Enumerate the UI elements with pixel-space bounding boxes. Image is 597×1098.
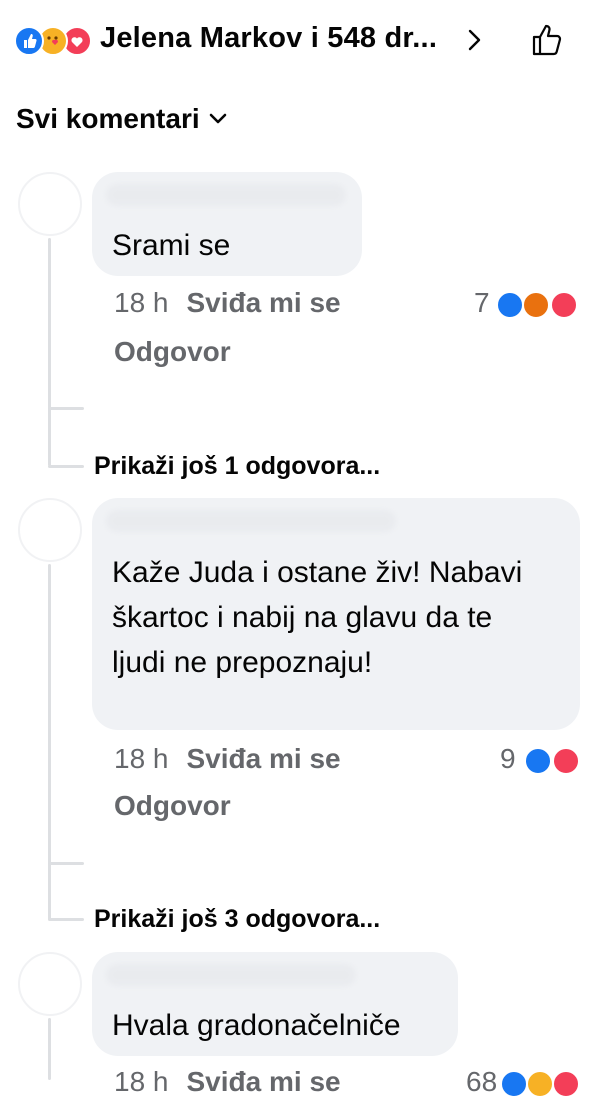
thread-connector: [48, 407, 84, 410]
reaction-count[interactable]: 7: [474, 287, 490, 319]
comment-bubble[interactable]: Kaže Juda i ostane živ! Nabavi škartoc i…: [92, 498, 580, 730]
comment-time: 18 h: [114, 1066, 169, 1097]
reaction-count[interactable]: 68: [466, 1066, 497, 1098]
comment-bubble[interactable]: Srami se: [92, 172, 362, 276]
like-icon: [524, 747, 552, 775]
show-more-replies[interactable]: Prikaži još 3 odgovora...: [94, 905, 380, 934]
like-icon: [14, 26, 44, 56]
chevron-right-icon[interactable]: [462, 28, 486, 52]
commenter-name[interactable]: [106, 964, 356, 986]
thumbs-up-outline-icon[interactable]: [528, 20, 568, 60]
reactions-header[interactable]: Jelena Markov i 548 dr...: [0, 0, 597, 80]
love-icon: [552, 747, 580, 775]
reactions-title[interactable]: Jelena Markov i 548 dr...: [100, 22, 437, 55]
comment-actions: 18 h Sviđa mi se: [114, 743, 341, 775]
love-icon: [552, 1070, 580, 1098]
filter-label: Svi komentari: [16, 103, 200, 134]
comment-time: 18 h: [114, 743, 169, 774]
reaction-summary[interactable]: [14, 26, 92, 56]
thread-connector: [48, 862, 84, 865]
reaction-count[interactable]: 9: [500, 743, 516, 775]
thread-line: [48, 1018, 51, 1080]
comment-bubble[interactable]: Hvala gradonačelniče: [92, 952, 458, 1056]
reply-link[interactable]: Odgovor: [114, 790, 231, 822]
reply-link[interactable]: Odgovor: [114, 336, 231, 368]
like-icon: [500, 1070, 528, 1098]
thread-connector: [48, 465, 84, 468]
care-icon: [526, 1070, 554, 1098]
like-icon: [496, 291, 524, 319]
thread-line: [48, 238, 51, 466]
comment-filter-dropdown[interactable]: Svi komentari: [16, 103, 228, 135]
comment-text: Srami se: [112, 229, 231, 262]
show-more-replies[interactable]: Prikaži još 1 odgovora...: [94, 452, 380, 481]
love-icon: [550, 291, 578, 319]
thread-line: [48, 564, 51, 920]
chevron-down-icon: [209, 113, 226, 124]
comment-actions: 18 h Sviđa mi se: [114, 287, 341, 319]
comment-text: Kaže Juda i ostane živ! Nabavi škartoc i…: [112, 556, 523, 679]
avatar[interactable]: [18, 498, 82, 562]
commenter-name[interactable]: [106, 184, 346, 206]
comment-actions: 18 h Sviđa mi se: [114, 1066, 341, 1098]
like-link[interactable]: Sviđa mi se: [187, 743, 341, 774]
avatar[interactable]: [18, 952, 82, 1016]
like-link[interactable]: Sviđa mi se: [187, 287, 341, 318]
like-link[interactable]: Sviđa mi se: [187, 1066, 341, 1097]
comment-time: 18 h: [114, 287, 169, 318]
thread-connector: [48, 918, 84, 921]
comment-text: Hvala gradonačelniče: [112, 1009, 401, 1042]
commenter-name[interactable]: [106, 510, 396, 532]
angry-icon: [522, 291, 550, 319]
avatar[interactable]: [18, 172, 82, 236]
